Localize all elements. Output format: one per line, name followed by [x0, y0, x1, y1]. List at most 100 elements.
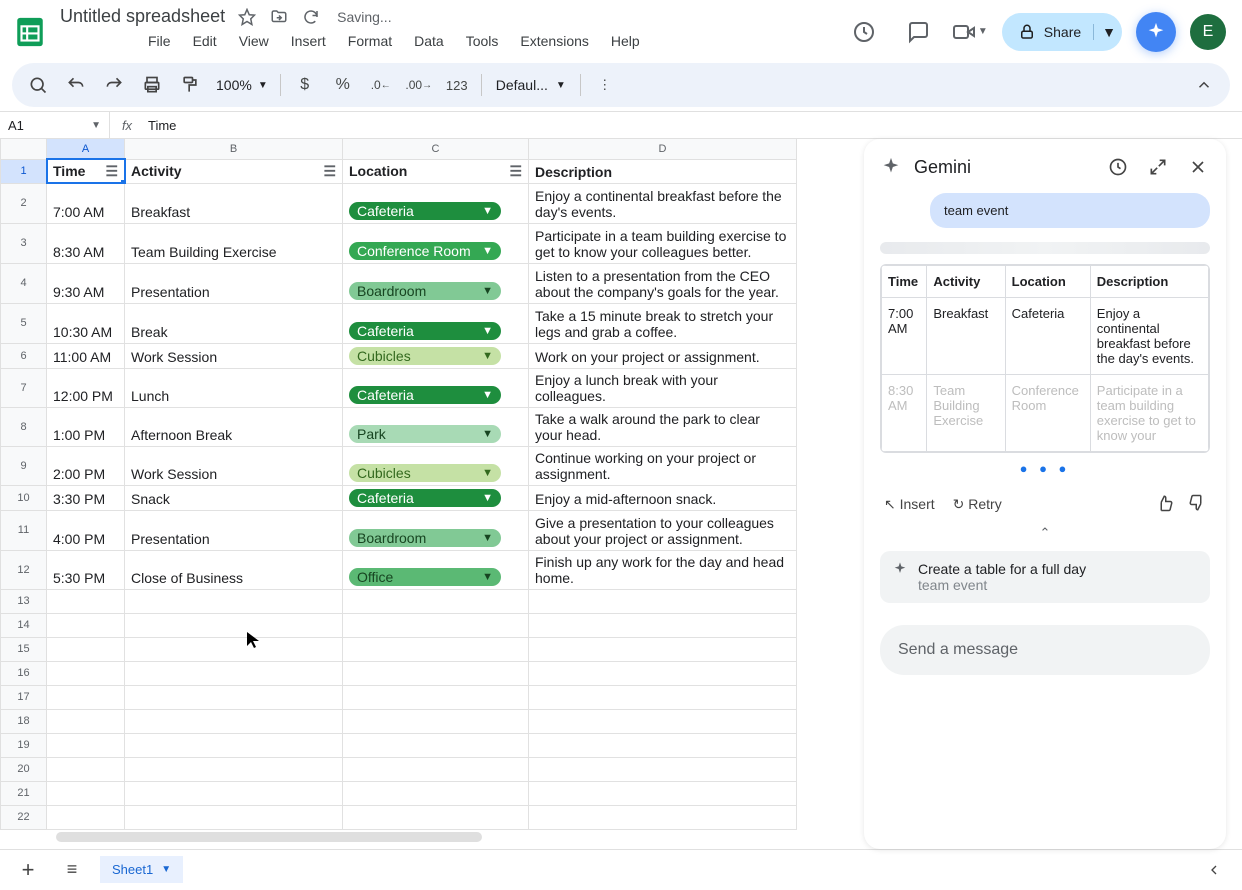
sheet-tab-menu-icon[interactable]: ▼ — [161, 864, 171, 875]
cell-empty[interactable] — [343, 685, 529, 709]
cell-activity[interactable]: Close of Business — [125, 550, 343, 589]
cell-activity[interactable]: Presentation — [125, 510, 343, 550]
cell-empty[interactable] — [529, 685, 797, 709]
row-header[interactable]: 18 — [1, 709, 47, 733]
account-avatar[interactable]: E — [1190, 14, 1226, 50]
cell-location[interactable]: Cubicles▼ — [343, 343, 529, 368]
cell-empty[interactable] — [343, 709, 529, 733]
menu-insert[interactable]: Insert — [283, 29, 334, 53]
filter-icon[interactable]: ☰ — [105, 163, 118, 180]
meet-icon[interactable]: ▼ — [952, 12, 988, 52]
cell-location[interactable]: Cafeteria▼ — [343, 485, 529, 510]
zoom-select[interactable]: 100%▼ — [212, 77, 272, 93]
chevron-down-icon[interactable]: ▼ — [482, 245, 493, 257]
row-header[interactable]: 13 — [1, 589, 47, 613]
history-icon[interactable] — [844, 12, 884, 52]
row-header[interactable]: 9 — [1, 446, 47, 485]
row-header[interactable]: 15 — [1, 637, 47, 661]
row-header[interactable]: 19 — [1, 733, 47, 757]
row-header[interactable]: 7 — [1, 368, 47, 407]
location-chip[interactable]: Boardroom▼ — [349, 282, 501, 300]
cell-time[interactable]: 4:00 PM — [47, 510, 125, 550]
cell-location[interactable]: Conference Room▼ — [343, 223, 529, 263]
cell-empty[interactable] — [529, 733, 797, 757]
cell-empty[interactable] — [125, 589, 343, 613]
cell-location[interactable]: Cafeteria▼ — [343, 303, 529, 343]
menu-data[interactable]: Data — [406, 29, 452, 53]
cell-location[interactable]: Park▼ — [343, 407, 529, 446]
panel-history-icon[interactable] — [1104, 153, 1132, 181]
increase-decimal-icon[interactable]: .00→ — [403, 69, 435, 101]
cell-time[interactable]: 2:00 PM — [47, 446, 125, 485]
cell-empty[interactable] — [47, 589, 125, 613]
insert-button[interactable]: ↖ Insert — [884, 496, 935, 513]
cell-description[interactable]: Finish up any work for the day and head … — [529, 550, 797, 589]
collapse-toolbar-icon[interactable] — [1188, 69, 1220, 101]
cell-description[interactable]: Give a presentation to your colleagues a… — [529, 510, 797, 550]
cell-empty[interactable] — [343, 805, 529, 829]
horizontal-scrollbar[interactable] — [56, 832, 482, 842]
cell-empty[interactable] — [343, 781, 529, 805]
cell-location[interactable]: Cafeteria▼ — [343, 368, 529, 407]
chevron-down-icon[interactable]: ▼ — [482, 532, 493, 544]
col-header-c[interactable]: C — [343, 139, 529, 159]
cell-empty[interactable] — [125, 733, 343, 757]
comments-icon[interactable] — [898, 12, 938, 52]
menu-view[interactable]: View — [231, 29, 277, 53]
cell-description[interactable]: Take a 15 minute break to stretch your l… — [529, 303, 797, 343]
share-dropdown[interactable]: ▼ — [1093, 24, 1116, 40]
percent-icon[interactable]: % — [327, 69, 359, 101]
cell-empty[interactable] — [529, 661, 797, 685]
decrease-decimal-icon[interactable]: .0← — [365, 69, 397, 101]
row-header[interactable]: 20 — [1, 757, 47, 781]
thumbs-up-icon[interactable] — [1156, 494, 1174, 515]
chevron-down-icon[interactable]: ▼ — [482, 205, 493, 217]
sheets-app-icon[interactable] — [10, 12, 50, 52]
cell-time[interactable]: 9:30 AM — [47, 263, 125, 303]
cell-empty[interactable] — [47, 781, 125, 805]
panel-close-icon[interactable] — [1184, 153, 1212, 181]
col-header-d[interactable]: D — [529, 139, 797, 159]
cell-empty[interactable] — [125, 613, 343, 637]
menu-format[interactable]: Format — [340, 29, 400, 53]
cell-empty[interactable] — [47, 637, 125, 661]
location-chip[interactable]: Cubicles▼ — [349, 464, 501, 482]
document-title[interactable]: Untitled spreadsheet — [60, 6, 225, 27]
cell-activity[interactable]: Lunch — [125, 368, 343, 407]
cell-empty[interactable] — [529, 781, 797, 805]
cell-empty[interactable] — [47, 685, 125, 709]
cell-description[interactable]: Work on your project or assignment. — [529, 343, 797, 368]
cell-activity[interactable]: Break — [125, 303, 343, 343]
row-header-1[interactable]: 1 — [1, 159, 47, 183]
chevron-down-icon[interactable]: ▼ — [482, 571, 493, 583]
cell-description[interactable]: Participate in a team building exercise … — [529, 223, 797, 263]
cell-empty[interactable] — [125, 685, 343, 709]
cell-description[interactable]: Continue working on your project or assi… — [529, 446, 797, 485]
location-chip[interactable]: Park▼ — [349, 425, 501, 443]
filter-icon[interactable]: ☰ — [323, 163, 336, 180]
cell-description[interactable]: Listen to a presentation from the CEO ab… — [529, 263, 797, 303]
star-icon[interactable] — [237, 7, 257, 27]
col-header-b[interactable]: B — [125, 139, 343, 159]
location-chip[interactable]: Cafeteria▼ — [349, 386, 501, 404]
row-header[interactable]: 17 — [1, 685, 47, 709]
cell-description[interactable]: Enjoy a lunch break with your colleagues… — [529, 368, 797, 407]
filter-icon[interactable]: ☰ — [509, 163, 522, 180]
cell-location[interactable]: Office▼ — [343, 550, 529, 589]
cell-empty[interactable] — [47, 733, 125, 757]
cell-c1[interactable]: Location☰ — [343, 159, 529, 183]
menu-help[interactable]: Help — [603, 29, 648, 53]
chevron-down-icon[interactable]: ▼ — [482, 389, 493, 401]
cell-empty[interactable] — [529, 613, 797, 637]
cell-empty[interactable] — [529, 709, 797, 733]
cell-activity[interactable]: Breakfast — [125, 183, 343, 223]
location-chip[interactable]: Cafeteria▼ — [349, 322, 501, 340]
more-tools-icon[interactable]: ⋮ — [589, 69, 621, 101]
thumbs-down-icon[interactable] — [1188, 494, 1206, 515]
retry-button[interactable]: ↻ Retry — [953, 496, 1002, 513]
cell-time[interactable]: 5:30 PM — [47, 550, 125, 589]
cell-time[interactable]: 11:00 AM — [47, 343, 125, 368]
location-chip[interactable]: Office▼ — [349, 568, 501, 586]
row-header[interactable]: 2 — [1, 183, 47, 223]
row-header[interactable]: 10 — [1, 485, 47, 510]
